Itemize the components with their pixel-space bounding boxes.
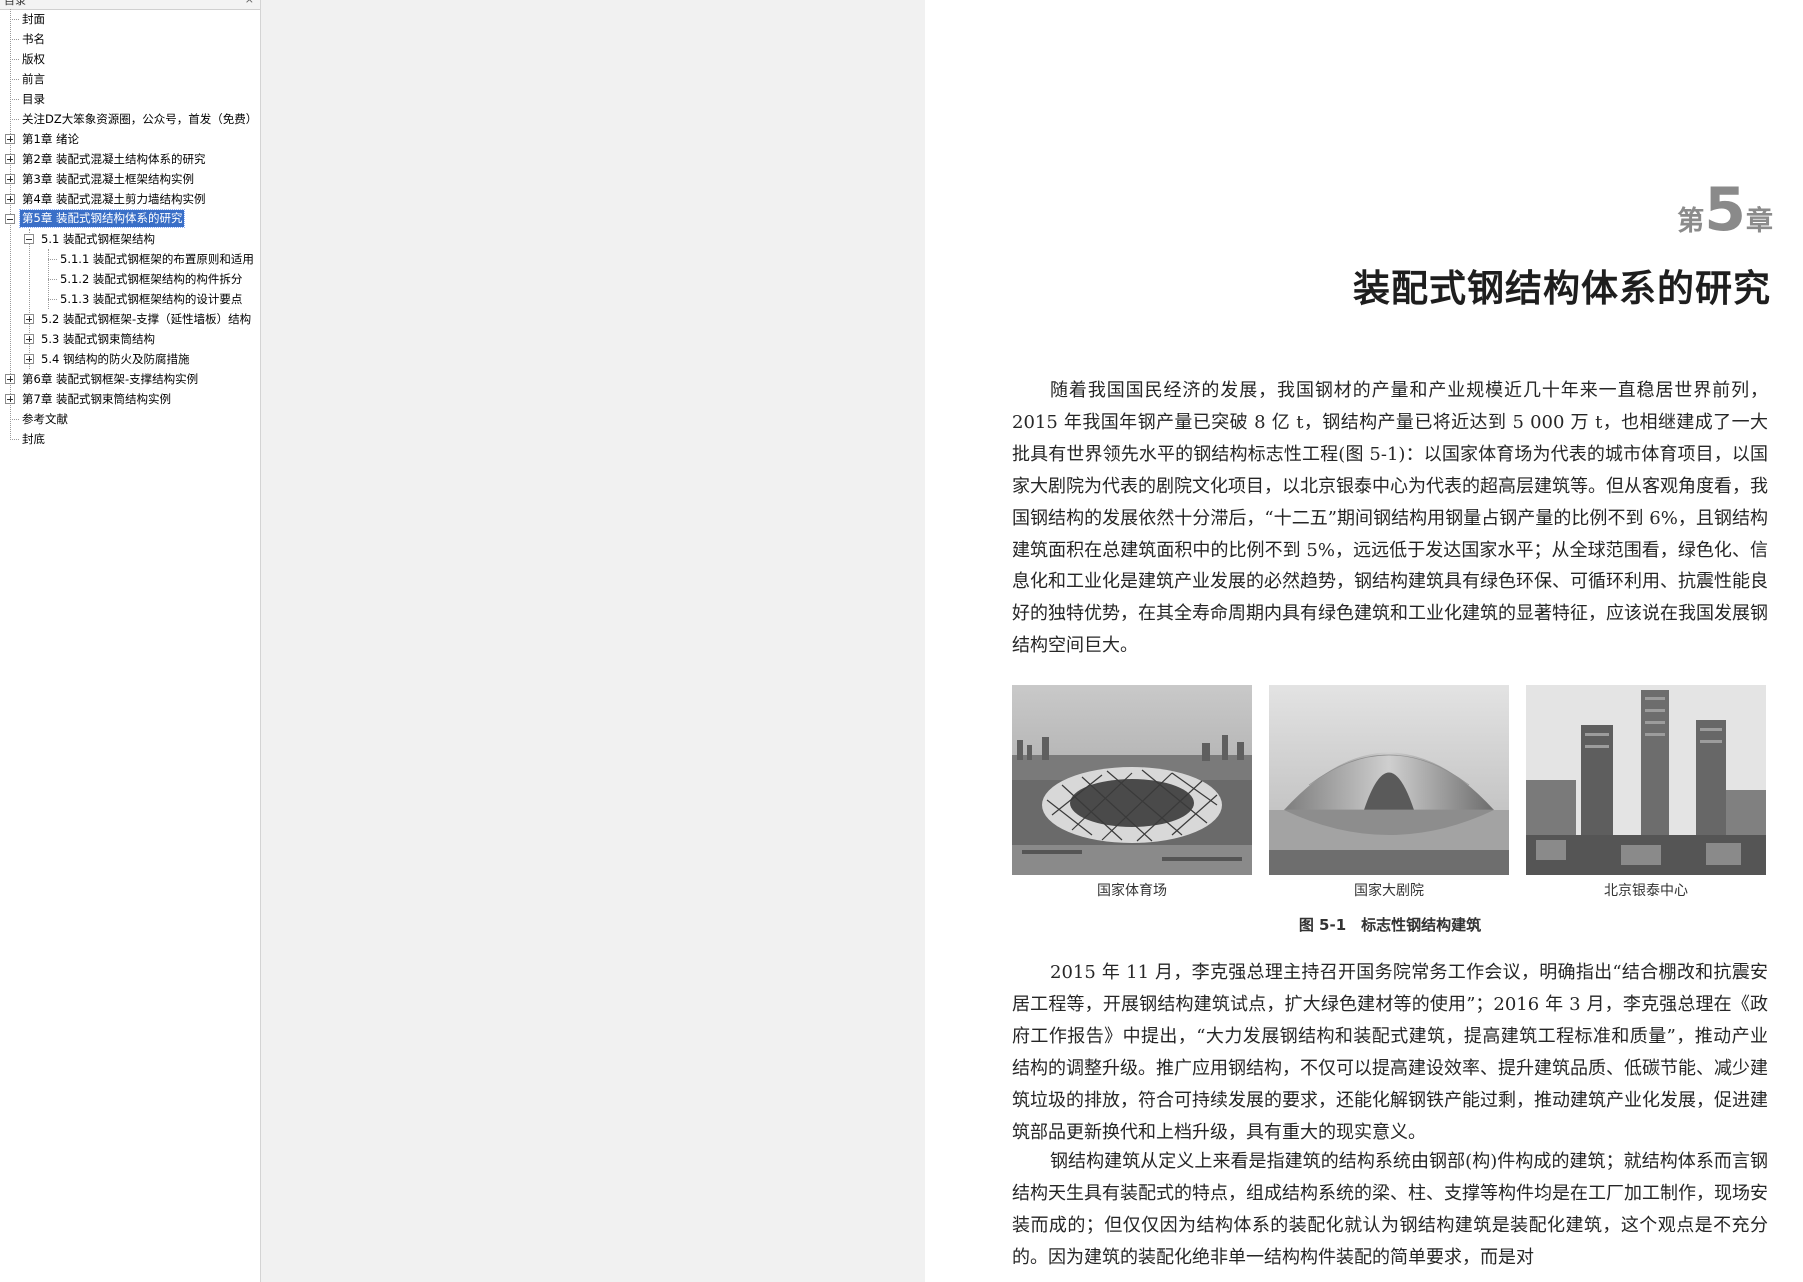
expand-icon[interactable] (5, 134, 15, 144)
toc-item-section-5-1-2[interactable]: 5.1.2 装配式钢框架结构的构件拆分 (0, 269, 260, 289)
toc-label[interactable]: 5.3 装配式钢束筒结构 (41, 329, 155, 349)
toc-label[interactable]: 第6章 装配式钢框架-支撑结构实例 (22, 369, 198, 389)
toc-sidebar: 目录 × 封面 书名 版权 前言 目录 (0, 0, 261, 1282)
toc-item-cover[interactable]: 封面 (0, 9, 260, 29)
toc-label[interactable]: 版权 (22, 49, 45, 69)
chapter-number-digit: 5 (1704, 175, 1746, 245)
toc-label[interactable]: 前言 (22, 69, 45, 89)
body-paragraph: 随着我国国民经济的发展，我国钢材的产量和产业规模近几十年来一直稳居世界前列，20… (1012, 380, 1768, 657)
expand-icon[interactable] (24, 334, 34, 344)
toc-label[interactable]: 封面 (22, 9, 45, 29)
toc-label[interactable]: 第7章 装配式钢束筒结构实例 (22, 389, 171, 409)
chapter-prefix: 第 (1677, 206, 1705, 237)
tree-line (10, 39, 19, 40)
collapse-icon[interactable] (24, 234, 34, 244)
toc-label[interactable]: 5.4 钢结构的防火及防腐措施 (41, 349, 189, 369)
toc-label[interactable]: 第2章 装配式混凝土结构体系的研究 (22, 149, 205, 169)
toc-label[interactable]: 第1章 绪论 (22, 129, 79, 149)
toc-label[interactable]: 5.1.3 装配式钢框架结构的设计要点 (60, 289, 242, 309)
figure-caption: 图 5-1 标志性钢结构建筑 (1298, 916, 1482, 934)
toc-label[interactable]: 5.1.1 装配式钢框架的布置原则和适用 (60, 249, 254, 269)
close-icon[interactable]: × (245, 0, 254, 6)
expand-icon[interactable] (24, 354, 34, 364)
toc-item-chapter-7[interactable]: 第7章 装配式钢束筒结构实例 (0, 389, 260, 409)
chapter-suffix: 章 (1746, 206, 1773, 237)
tree-line (10, 119, 19, 120)
toc-label[interactable]: 书名 (22, 29, 45, 49)
toc-label[interactable]: 5.1.2 装配式钢框架结构的构件拆分 (60, 269, 242, 289)
sidebar-title: 目录 (4, 0, 26, 7)
toc-label[interactable]: 关注DZ大笨象资源圈，公众号，首发（免费） (22, 109, 257, 129)
expand-icon[interactable] (5, 394, 15, 404)
chapter-title: 装配式钢结构体系的研究 (1353, 267, 1771, 310)
toc-tree: 封面 书名 版权 前言 目录 关注DZ大笨象资源圈，公众号，首发（免费） 第1章… (0, 9, 260, 449)
toc-label[interactable]: 封底 (22, 429, 45, 449)
tree-line (10, 419, 19, 420)
expand-icon[interactable] (5, 374, 15, 384)
photo-caption: 国家体育场 (1097, 883, 1167, 899)
toc-item-section-5-3[interactable]: 5.3 装配式钢束筒结构 (0, 329, 260, 349)
toc-item-section-5-1[interactable]: 5.1 装配式钢框架结构 (0, 229, 260, 249)
tree-line (10, 19, 19, 20)
toc-item-references[interactable]: 参考文献 (0, 409, 260, 429)
toc-label[interactable]: 5.1 装配式钢框架结构 (41, 229, 155, 249)
expand-icon[interactable] (5, 154, 15, 164)
toc-item-copyright[interactable]: 版权 (0, 49, 260, 69)
toc-item-chapter-6[interactable]: 第6章 装配式钢框架-支撑结构实例 (0, 369, 260, 389)
stadium-photo (1012, 685, 1252, 875)
toc-item-chapter-5[interactable]: 第5章 装配式钢结构体系的研究 (0, 209, 260, 229)
photo-caption: 北京银泰中心 (1604, 883, 1688, 899)
toc-item-back-cover[interactable]: 封底 (0, 429, 260, 449)
toc-item-chapter-2[interactable]: 第2章 装配式混凝土结构体系的研究 (0, 149, 260, 169)
document-page: 第5章 装配式钢结构体系的研究 随着我国国民经济的发展，我国钢材的产量和产业规模… (925, 0, 1803, 1282)
toc-label[interactable]: 5.2 装配式钢框架-支撑（延性墙板）结构 (41, 309, 251, 329)
yintai-centre-photo (1526, 685, 1766, 875)
toc-item-book-title[interactable]: 书名 (0, 29, 260, 49)
toc-item-section-5-2[interactable]: 5.2 装配式钢框架-支撑（延性墙板）结构 (0, 309, 260, 329)
tree-line (10, 59, 19, 60)
toc-label[interactable]: 参考文献 (22, 409, 68, 429)
toc-item-section-5-1-1[interactable]: 5.1.1 装配式钢框架的布置原则和适用 (0, 249, 260, 269)
tree-line (10, 79, 19, 80)
grand-theatre-photo (1269, 685, 1509, 875)
tree-line (10, 99, 19, 100)
tree-line (10, 439, 19, 440)
toc-label[interactable]: 目录 (22, 89, 45, 109)
toc-item-section-5-4[interactable]: 5.4 钢结构的防火及防腐措施 (0, 349, 260, 369)
expand-icon[interactable] (5, 194, 15, 204)
tree-line (48, 259, 57, 260)
toc-label-selected[interactable]: 第5章 装配式钢结构体系的研究 (18, 209, 186, 228)
tree-line (48, 279, 57, 280)
expand-icon[interactable] (24, 314, 34, 324)
toc-item-preface[interactable]: 前言 (0, 69, 260, 89)
toc-item-contents[interactable]: 目录 (0, 89, 260, 109)
toc-item-chapter-1[interactable]: 第1章 绪论 (0, 129, 260, 149)
toc-item-chapter-3[interactable]: 第3章 装配式混凝土框架结构实例 (0, 169, 260, 189)
toc-item-chapter-4[interactable]: 第4章 装配式混凝土剪力墙结构实例 (0, 189, 260, 209)
expand-icon[interactable] (5, 174, 15, 184)
photo-caption: 国家大剧院 (1354, 883, 1424, 899)
body-paragraph: 钢结构建筑从定义上来看是指建筑的结构系统由钢部(构)件构成的建筑；就结构体系而言… (1012, 1151, 1768, 1268)
toc-item-notice[interactable]: 关注DZ大笨象资源圈，公众号，首发（免费） (0, 109, 260, 129)
toc-label[interactable]: 第3章 装配式混凝土框架结构实例 (22, 169, 194, 189)
tree-line (48, 299, 57, 300)
toc-label[interactable]: 第4章 装配式混凝土剪力墙结构实例 (22, 189, 205, 209)
collapse-icon[interactable] (5, 214, 15, 224)
chapter-number: 第5章 (1677, 180, 1773, 240)
body-paragraph: 2015 年 11 月，李克强总理主持召开国务院常务工作会议，明确指出“结合棚改… (1012, 962, 1768, 1143)
toc-item-section-5-1-3[interactable]: 5.1.3 装配式钢框架结构的设计要点 (0, 289, 260, 309)
